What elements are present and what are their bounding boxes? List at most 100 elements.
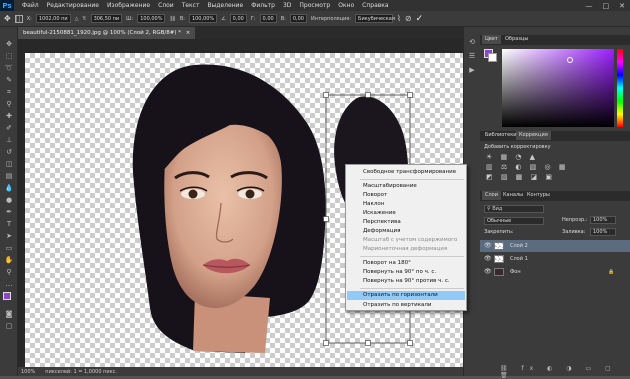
menu-view[interactable]: Просмотр xyxy=(295,2,334,9)
menu-filter[interactable]: Фильтр xyxy=(247,2,279,9)
angle-field[interactable]: 0,00 xyxy=(229,14,247,23)
close-tab-button[interactable]: × xyxy=(186,30,191,36)
shape-tool-icon[interactable]: ▭ xyxy=(3,243,15,253)
menu-item-rotate-90-ccw[interactable]: Повернуть на 90° против ч. с. xyxy=(347,277,465,286)
type-tool-icon[interactable]: T xyxy=(3,219,15,229)
maximize-button[interactable]: □ xyxy=(598,2,615,10)
blend-mode-select[interactable]: Обычные xyxy=(484,217,544,225)
tab-adjustments[interactable]: Коррекция xyxy=(516,131,551,140)
close-window-button[interactable]: ✕ xyxy=(614,2,630,10)
menu-3d[interactable]: 3D xyxy=(279,2,295,9)
tab-paths[interactable]: Контуры xyxy=(524,191,553,200)
move-tool-icon[interactable]: ✥ xyxy=(4,14,11,23)
dodge-tool-icon[interactable]: ● xyxy=(3,195,15,205)
menu-layers[interactable]: Слои xyxy=(154,2,178,9)
link-icon[interactable]: ⛓ xyxy=(169,16,175,22)
layer-row[interactable]: 👁 Фон 🔒 xyxy=(480,266,630,278)
commit-icon[interactable]: ✓ xyxy=(416,14,424,24)
menu-item-warp[interactable]: Деформация xyxy=(347,227,465,236)
layer-row[interactable]: 👁 Слой 2 xyxy=(480,240,630,252)
menu-window[interactable]: Окно xyxy=(334,2,358,9)
menu-item-rotate-180[interactable]: Поворот на 180° xyxy=(347,259,465,268)
menu-item-distort[interactable]: Искажение xyxy=(347,209,465,218)
color-picker-cursor[interactable] xyxy=(567,57,573,63)
eye-icon[interactable]: 👁 xyxy=(484,240,492,252)
hand-tool-icon[interactable]: ✋ xyxy=(3,255,15,265)
stamp-tool-icon[interactable]: ⊥ xyxy=(3,135,15,145)
path-select-tool-icon[interactable]: ➤ xyxy=(3,231,15,241)
adjustment-icons-row1[interactable]: ☀ ▦ ◔ ▲ xyxy=(486,153,538,161)
healing-tool-icon[interactable]: ✚ xyxy=(3,111,15,121)
v-skew-field[interactable]: 0,00 xyxy=(289,14,307,23)
eraser-tool-icon[interactable]: ◫ xyxy=(3,159,15,169)
width-field[interactable]: 100,00% xyxy=(137,14,166,23)
menu-item-rotate[interactable]: Поворот xyxy=(347,191,465,200)
warp-icon[interactable]: ⌇ xyxy=(397,14,401,23)
quick-select-tool-icon[interactable]: ✎ xyxy=(3,75,15,85)
gradient-tool-icon[interactable]: ▤ xyxy=(3,171,15,181)
crop-tool-icon[interactable]: ⌗ xyxy=(3,87,15,97)
tab-libraries[interactable]: Библиотеки xyxy=(482,131,520,140)
menu-item-perspective[interactable]: Перспектива xyxy=(347,218,465,227)
adjustment-icons-row3[interactable]: ◩ ▨ ▩ ◪ ▣ xyxy=(486,173,555,181)
interpolation-select[interactable]: Бикубическая xyxy=(355,14,395,23)
zoom-tool-icon[interactable]: ⚲ xyxy=(3,267,15,277)
menu-item-flip-vertical[interactable]: Отразить по вертикали xyxy=(347,301,465,310)
document-tab[interactable]: beautiful-2150881_1920.jpg @ 100% (Слой … xyxy=(18,27,196,39)
eye-icon[interactable]: 👁 xyxy=(484,266,492,278)
tab-color[interactable]: Цвет xyxy=(482,35,501,44)
fill-field[interactable]: 100% xyxy=(590,228,616,236)
move-tool-icon[interactable]: ✥ xyxy=(3,39,15,49)
menu-item-flip-horizontal[interactable]: Отразить по горизонтали xyxy=(347,291,465,300)
menu-type[interactable]: Текст xyxy=(178,2,204,9)
menu-edit[interactable]: Редактирование xyxy=(43,2,103,9)
eye-icon[interactable]: 👁 xyxy=(484,253,492,265)
adjustment-icons-row2[interactable]: ▥ ⚖ ◐ ▧ ◎ ▦ xyxy=(486,163,568,171)
layer-name[interactable]: Слой 2 xyxy=(510,240,528,252)
menu-help[interactable]: Справка xyxy=(358,2,392,9)
x-field[interactable]: 1002,00 пи xyxy=(35,14,71,23)
minimize-button[interactable]: — xyxy=(581,2,598,10)
layer-name[interactable]: Слой 1 xyxy=(510,253,528,265)
height-field[interactable]: 100,00% xyxy=(188,14,218,23)
history-brush-icon[interactable]: ↺ xyxy=(3,147,15,157)
y-field[interactable]: 306,50 пи xyxy=(90,14,123,23)
menu-item-free-transform[interactable]: Свободное трансформирование xyxy=(347,168,465,177)
menu-select[interactable]: Выделение xyxy=(203,2,247,9)
actions-panel-icon[interactable]: ▶ xyxy=(466,65,478,75)
color-bg-swatch[interactable] xyxy=(488,53,497,62)
foreground-color-swatch[interactable] xyxy=(3,292,11,300)
menu-image[interactable]: Изображение xyxy=(103,2,154,9)
color-field[interactable] xyxy=(502,49,614,127)
layer-thumbnail xyxy=(494,268,504,276)
brush-tool-icon[interactable]: ✐ xyxy=(3,123,15,133)
history-panel-icon[interactable]: ⟲ xyxy=(466,37,478,47)
menu-file[interactable]: Файл xyxy=(18,2,43,9)
eyedropper-tool-icon[interactable]: ⚲ xyxy=(3,99,15,109)
reference-point-icon[interactable] xyxy=(14,14,23,23)
cancel-icon[interactable]: ⊘ xyxy=(405,14,412,23)
tab-channels[interactable]: Каналы xyxy=(500,191,526,200)
layer-name[interactable]: Фон xyxy=(510,266,521,278)
menu-item-skew[interactable]: Наклон xyxy=(347,200,465,209)
tab-layers[interactable]: Слои xyxy=(482,191,501,200)
menu-item-rotate-90-cw[interactable]: Повернуть на 90° по ч. с. xyxy=(347,268,465,277)
pen-tool-icon[interactable]: ✒ xyxy=(3,207,15,217)
opacity-field[interactable]: 100% xyxy=(590,216,616,224)
menu-item-scale[interactable]: Масштабирование xyxy=(347,182,465,191)
delta-icon[interactable]: △ xyxy=(75,16,79,22)
layer-row[interactable]: 👁 Слой 1 xyxy=(480,253,630,265)
h-skew-field[interactable]: 0,00 xyxy=(259,14,277,23)
hue-slider[interactable] xyxy=(617,49,623,127)
lasso-tool-icon[interactable]: ➰ xyxy=(3,63,15,73)
tab-swatches[interactable]: Образцы xyxy=(502,35,531,44)
quick-mask-icon[interactable]: ◙ xyxy=(3,309,15,319)
layers-footer-icons[interactable]: ⛓ fx ◐ ◑ ▭ ▢ 🗑 xyxy=(500,365,630,379)
properties-panel-icon[interactable]: ☰ xyxy=(466,51,478,61)
screen-mode-icon[interactable]: ▢ xyxy=(3,321,15,331)
marquee-tool-icon[interactable]: ⬚ xyxy=(3,51,15,61)
zoom-level[interactable]: 100% xyxy=(21,369,35,375)
layer-filter-select[interactable]: ⚲ Вид xyxy=(484,205,544,213)
blur-tool-icon[interactable]: 💧 xyxy=(3,183,15,193)
more-tools-icon[interactable]: … xyxy=(3,279,15,289)
